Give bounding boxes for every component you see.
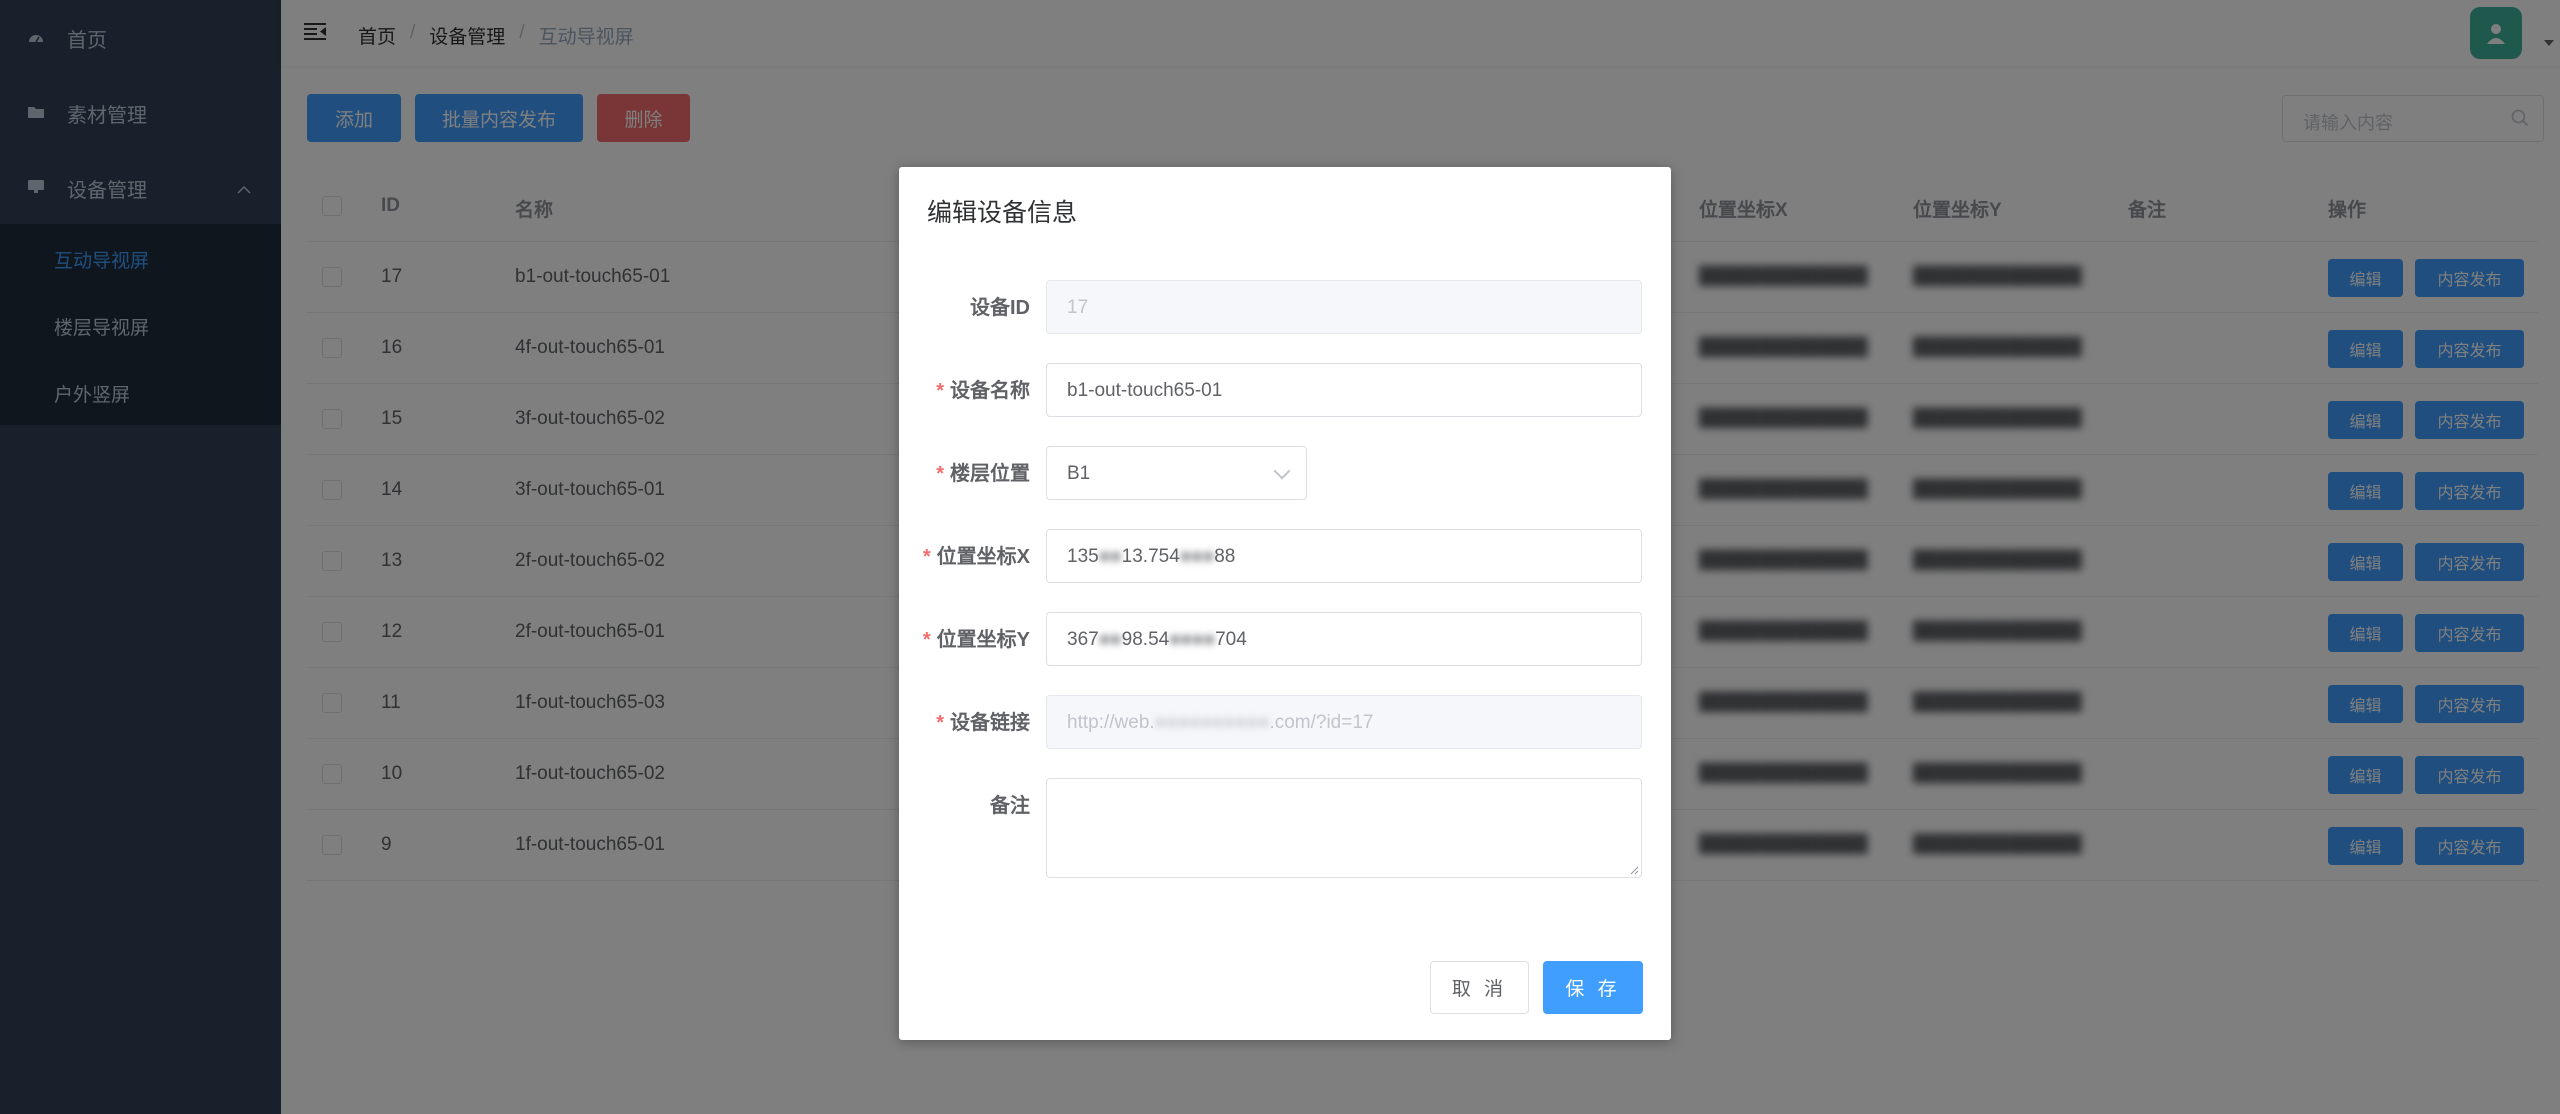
dialog-title: 编辑设备信息 <box>927 199 1078 227</box>
remark-textarea[interactable] <box>1046 778 1642 878</box>
cancel-button[interactable]: 取 消 <box>1430 961 1529 1014</box>
coord-y-label: * 位置坐标Y <box>922 629 1030 651</box>
device-id-field: 17 <box>1046 280 1642 334</box>
coord-x-field[interactable]: 135●●13.754●●●88 <box>1046 529 1642 583</box>
device-link-field: http://web.●●●●●●●●●●.com/?id=17 <box>1046 695 1642 749</box>
link-label: * 设备链接 <box>936 712 1030 734</box>
device-name-label: * 设备名称 <box>936 380 1030 402</box>
edit-device-dialog: 编辑设备信息 设备ID 17 * 设备名称 b1-out-touch65-01 *… <box>899 167 1671 1040</box>
chevron-down-icon <box>1273 462 1291 480</box>
device-id-label: 设备ID <box>970 297 1030 319</box>
floor-label: * 楼层位置 <box>936 463 1030 485</box>
coord-x-label: * 位置坐标X <box>922 546 1030 568</box>
save-button[interactable]: 保 存 <box>1543 961 1643 1014</box>
device-name-field[interactable]: b1-out-touch65-01 <box>1046 363 1642 417</box>
coord-y-field[interactable]: 367●●98.54●●●●704 <box>1046 612 1642 666</box>
remark-label: 备注 <box>990 795 1030 817</box>
floor-select[interactable]: B1 <box>1046 446 1307 500</box>
resize-handle-icon[interactable] <box>1629 865 1639 875</box>
